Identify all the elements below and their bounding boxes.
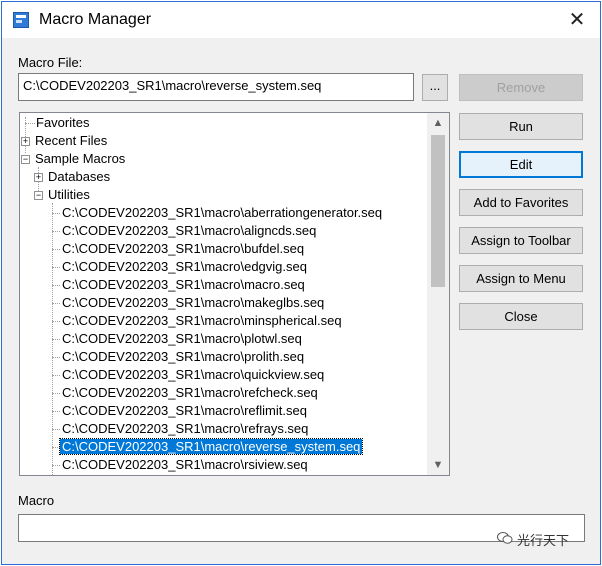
tree-item-file[interactable]: C:\CODEV202203_SR1\macro\rsiview.seq: [60, 456, 310, 474]
tree-item-label: C:\CODEV202203_SR1\macro\minspherical.se…: [62, 313, 342, 328]
tree-item-label: C:\CODEV202203_SR1\macro\reflimit.seq: [62, 403, 307, 418]
tree-item-file[interactable]: C:\CODEV202203_SR1\macro\makeglbs.seq: [60, 294, 326, 312]
assign-to-toolbar-button[interactable]: Assign to Toolbar: [459, 227, 583, 254]
expand-icon[interactable]: +: [21, 137, 30, 146]
collapse-icon[interactable]: −: [21, 155, 30, 164]
tree-line: [52, 429, 60, 430]
tree-item-file[interactable]: C:\CODEV202203_SR1\macro\quickview.seq: [60, 366, 326, 384]
tree-item-label: Databases: [48, 169, 111, 184]
scroll-down-icon[interactable]: ▼: [427, 455, 449, 475]
title-bar[interactable]: Macro Manager ✕: [2, 2, 600, 38]
tree-item-utilities[interactable]: Utilities: [46, 186, 92, 204]
tree-item-label: C:\CODEV202203_SR1\macro\prolith.seq: [62, 349, 305, 364]
tree-line: [52, 465, 60, 466]
vertical-scrollbar[interactable]: ▲ ▼: [427, 113, 449, 475]
watermark: 光行天下: [497, 530, 569, 549]
scroll-up-icon[interactable]: ▲: [427, 113, 449, 133]
tree-item-recent-files[interactable]: Recent Files: [33, 132, 109, 150]
window-title: Macro Manager: [39, 11, 152, 28]
tree-line: [52, 447, 60, 448]
tree-line: [52, 321, 60, 322]
tree-item-file[interactable]: C:\CODEV202203_SR1\macro\refrays.seq: [60, 420, 310, 438]
tree-item-label: Sample Macros: [35, 151, 126, 166]
edit-button[interactable]: Edit: [459, 151, 583, 178]
macro-file-input[interactable]: C:\CODEV202203_SR1\macro\reverse_system.…: [18, 73, 414, 101]
macro-tree[interactable]: Favorites + Recent Files − Sample Macros…: [19, 112, 450, 476]
tree-item-favorites[interactable]: Favorites: [34, 114, 91, 132]
tree-item-label: C:\CODEV202203_SR1\macro\refrays.seq: [62, 421, 309, 436]
add-to-favorites-button[interactable]: Add to Favorites: [459, 189, 583, 216]
tree-item-label: C:\CODEV202203_SR1\macro\aligncds.seq: [62, 223, 317, 238]
app-icon: [13, 12, 29, 28]
tree-line: [52, 267, 60, 268]
browse-button[interactable]: ...: [422, 74, 448, 101]
tree-item-databases[interactable]: Databases: [46, 168, 112, 186]
tree-line: [52, 375, 60, 376]
tree-item-label: C:\CODEV202203_SR1\macro\edgvig.seq: [62, 259, 307, 274]
tree-item-label: C:\CODEV202203_SR1\macro\makeglbs.seq: [62, 295, 325, 310]
tree-item-label: C:\CODEV202203_SR1\macro\bufdel.seq: [62, 241, 305, 256]
close-icon[interactable]: ✕: [560, 6, 594, 34]
tree-item-label: C:\CODEV202203_SR1\macro\refcheck.seq: [62, 385, 318, 400]
tree-item-file[interactable]: C:\CODEV202203_SR1\macro\minspherical.se…: [60, 312, 344, 330]
tree-item-sample-macros[interactable]: Sample Macros: [33, 150, 127, 168]
close-button[interactable]: Close: [459, 303, 583, 330]
remove-button[interactable]: Remove: [459, 74, 583, 101]
run-button[interactable]: Run: [459, 113, 583, 140]
tree-line: [52, 249, 60, 250]
watermark-text: 光行天下: [517, 533, 570, 548]
tree-line: [52, 393, 60, 394]
tree-item-label: C:\CODEV202203_SR1\macro\macro.seq: [62, 277, 305, 292]
macro-manager-window: Macro Manager ✕ Macro File: C:\CODEV2022…: [1, 1, 601, 565]
tree-item-label: Favorites: [36, 115, 90, 130]
tree-item-file[interactable]: C:\CODEV202203_SR1\macro\macro.seq: [60, 276, 307, 294]
tree-item-file[interactable]: C:\CODEV202203_SR1\macro\reflimit.seq: [60, 402, 309, 420]
assign-to-menu-button[interactable]: Assign to Menu: [459, 265, 583, 292]
macro-file-label: Macro File:: [18, 55, 83, 70]
tree-item-file[interactable]: C:\CODEV202203_SR1\macro\prolith.seq: [60, 348, 306, 366]
tree-line: [52, 213, 60, 214]
expand-icon[interactable]: +: [34, 173, 43, 182]
macro-label: Macro: [18, 493, 55, 508]
tree-item-label: C:\CODEV202203_SR1\macro\quickview.seq: [62, 367, 325, 382]
tree-item-label: C:\CODEV202203_SR1\macro\plotwl.seq: [62, 331, 302, 346]
tree-line: [52, 411, 60, 412]
tree-item-file[interactable]: C:\CODEV202203_SR1\macro\plotwl.seq: [60, 330, 304, 348]
tree-line: [52, 303, 60, 304]
collapse-icon[interactable]: −: [34, 191, 43, 200]
tree-item-label: C:\CODEV202203_SR1\macro\aberrationgener…: [62, 205, 383, 220]
tree-line: [52, 357, 60, 358]
tree-item-label: C:\CODEV202203_SR1\macro\reverse_system.…: [58, 438, 364, 455]
tree-item-file[interactable]: C:\CODEV202203_SR1\macro\bufdel.seq: [60, 240, 306, 258]
tree-item-label: Utilities: [48, 187, 90, 202]
tree-item-file[interactable]: C:\CODEV202203_SR1\macro\aberrationgener…: [60, 204, 384, 222]
scroll-thumb[interactable]: [431, 135, 445, 287]
tree-item-file[interactable]: C:\CODEV202203_SR1\macro\edgvig.seq: [60, 258, 309, 276]
tree-line: [52, 231, 60, 232]
tree-line: [52, 339, 60, 340]
tree-line: [52, 285, 60, 286]
wechat-icon: [497, 532, 513, 544]
tree-item-label: C:\CODEV202203_SR1\macro\rsiview.seq: [62, 457, 308, 472]
tree-item-label: Recent Files: [35, 133, 108, 148]
tree-item-file[interactable]: C:\CODEV202203_SR1\macro\aligncds.seq: [60, 222, 318, 240]
tree-item-file[interactable]: C:\CODEV202203_SR1\macro\reverse_system.…: [58, 438, 364, 456]
tree-item-file[interactable]: C:\CODEV202203_SR1\macro\refcheck.seq: [60, 384, 320, 402]
